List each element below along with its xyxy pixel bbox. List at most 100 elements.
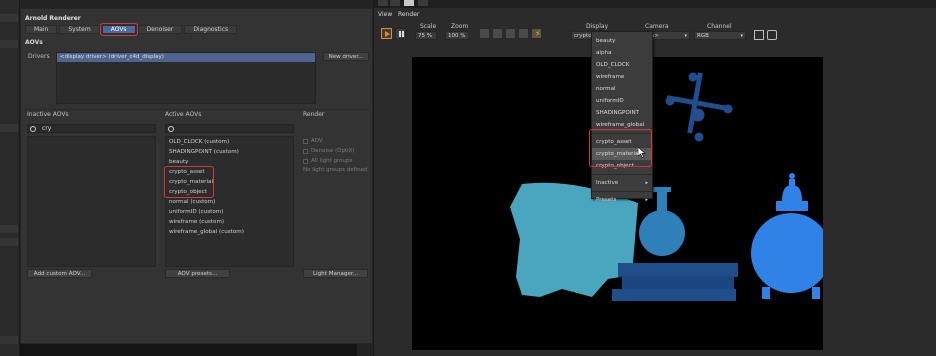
toolbar-icon[interactable]	[378, 0, 388, 6]
arnold-renderer-panel: Arnold Renderer Main System AOVs Denoise…	[20, 8, 373, 344]
driver-row[interactable]: <display driver> (driver_c4d_display)	[57, 53, 315, 62]
menu-item-inactive[interactable]: Inactive ▸	[592, 177, 652, 189]
checkbox-label: Denoise (OptiX)	[311, 148, 355, 154]
menu-render[interactable]: Render	[398, 11, 419, 18]
list-item[interactable]: wireframe_global (custom)	[166, 227, 293, 237]
lightning-icon: ⚡	[535, 29, 541, 38]
chevron-down-icon: ▾	[740, 33, 743, 39]
list-item[interactable]: OLD_CLOCK (custom)	[166, 137, 293, 147]
tab-diagnostics[interactable]: Diagnostics	[184, 25, 238, 34]
inactive-search-input[interactable]: cry	[27, 124, 156, 133]
menu-item-label: Presets	[596, 197, 617, 203]
bottom-strip	[20, 344, 357, 356]
aov-presets-button[interactable]: AOV presets...	[165, 269, 230, 278]
toolbar-icon[interactable]	[404, 0, 414, 6]
tab-denoiser[interactable]: Denoiser	[137, 25, 183, 34]
list-item[interactable]: wireframe (custom)	[166, 217, 293, 227]
grid-button[interactable]	[518, 28, 529, 39]
display-label: Display	[586, 23, 609, 30]
chevron-right-icon: ▸	[645, 180, 648, 186]
toolbar-icon[interactable]	[418, 0, 428, 6]
list-item[interactable]: uniformID (custom)	[166, 207, 293, 217]
frame-icon[interactable]	[754, 30, 764, 40]
checkbox-box	[303, 138, 308, 144]
section-title-aovs: AOVs	[25, 39, 43, 46]
denoise-checkbox[interactable]: Denoise (OptiX)	[303, 146, 367, 156]
menu-item-label: Inactive	[596, 180, 619, 186]
menu-item-wireframe[interactable]: wireframe	[592, 71, 652, 83]
sidebar-tab[interactable]	[0, 225, 18, 233]
menu-separator	[592, 191, 652, 192]
mouse-cursor-icon	[638, 147, 646, 158]
tab-bar: Main System AOVs Denoiser Diagnostics	[25, 23, 238, 36]
camera-label: Camera	[645, 23, 669, 30]
zoom-field[interactable]: 100 %	[445, 31, 469, 40]
render-viewer: View Render Scale 75 % Zoom 100 % ⚡ Disp…	[373, 0, 936, 356]
menu-item-old-clock[interactable]: OLD_CLOCK	[592, 59, 652, 71]
scale-label: Scale	[420, 23, 437, 30]
drivers-label: Drivers	[28, 53, 50, 60]
menu-item-shadingpoint[interactable]: SHADINGPOINT	[592, 107, 652, 119]
crypto-highlight-outline	[164, 166, 214, 198]
menu-item-normal[interactable]: normal	[592, 83, 652, 95]
pause-render-button[interactable]	[395, 28, 406, 39]
list-item[interactable]: normal (custom)	[166, 197, 293, 207]
tab-system[interactable]: System	[59, 25, 100, 34]
sidebar-tab[interactable]	[0, 238, 18, 246]
menu-item-beauty[interactable]: beauty	[592, 35, 652, 47]
sidebar-tab[interactable]	[0, 336, 18, 344]
region-button[interactable]	[479, 28, 490, 39]
display-dropdown-menu: beauty alpha OLD_CLOCK wireframe normal …	[591, 31, 653, 203]
crop-button[interactable]	[492, 28, 503, 39]
add-custom-aov-button[interactable]: Add custom AOV...	[27, 269, 92, 278]
search-icon	[168, 126, 174, 132]
zoom-label: Zoom	[451, 23, 469, 30]
display-value: crypto	[574, 33, 592, 39]
menu-view[interactable]: View	[378, 11, 392, 18]
scale-field[interactable]: 75 %	[415, 31, 437, 40]
light-groups-checkbox[interactable]: All light groups	[303, 156, 367, 166]
checkbox-label: AOV	[311, 138, 323, 144]
snapshot-button[interactable]	[505, 28, 516, 39]
sidebar-tab[interactable]	[0, 14, 18, 22]
panel-title: Arnold Renderer	[25, 15, 81, 22]
render-title: Render	[303, 111, 325, 118]
menu-item-presets[interactable]: Presets ▸	[592, 194, 652, 206]
tab-main[interactable]: Main	[25, 25, 58, 34]
menu-item-uniformid[interactable]: uniformID	[592, 95, 652, 107]
pause-icon	[402, 31, 404, 37]
checkbox-box	[303, 148, 308, 154]
play-icon	[385, 31, 390, 37]
start-render-button[interactable]	[381, 28, 392, 39]
menu-separator	[592, 174, 652, 175]
sidebar-tab[interactable]	[0, 124, 18, 132]
menu-item-alpha[interactable]: alpha	[592, 47, 652, 59]
no-light-groups-text: No light groups defined	[303, 167, 368, 173]
list-item[interactable]: SHADINGPOINT (custom)	[166, 147, 293, 157]
toolbar-icon[interactable]	[390, 0, 400, 6]
left-sidebar-strip	[0, 0, 20, 356]
drivers-list[interactable]: <display driver> (driver_c4d_display)	[56, 52, 316, 104]
sidebar-tab[interactable]	[0, 40, 18, 48]
aov-checkbox[interactable]: AOV	[303, 136, 367, 146]
camera-icon[interactable]	[767, 30, 777, 40]
chevron-right-icon: ▸	[645, 197, 648, 203]
divider	[25, 109, 370, 110]
inactive-aovs-list[interactable]	[27, 136, 156, 267]
app-root: Arnold Renderer Main System AOVs Denoise…	[0, 0, 936, 356]
active-aovs-list[interactable]: OLD_CLOCK (custom) SHADINGPOINT (custom)…	[165, 136, 294, 267]
new-driver-button[interactable]: New driver...	[323, 52, 369, 61]
channel-value: RGB	[697, 33, 709, 39]
channel-dropdown[interactable]: RGB ▾	[694, 31, 746, 40]
clock-object	[751, 173, 831, 299]
pause-icon	[399, 31, 401, 37]
channel-label: Channel	[707, 23, 732, 30]
chevron-down-icon: ▾	[684, 33, 687, 39]
tab-aovs[interactable]: AOVs	[99, 23, 138, 36]
checkbox-label: All light groups	[311, 158, 353, 164]
light-manager-button[interactable]: Light Manager...	[303, 269, 368, 278]
ipr-button[interactable]: ⚡	[531, 28, 542, 39]
search-value: cry	[42, 125, 52, 132]
cross-object	[665, 72, 733, 142]
active-search-input[interactable]	[165, 124, 294, 133]
